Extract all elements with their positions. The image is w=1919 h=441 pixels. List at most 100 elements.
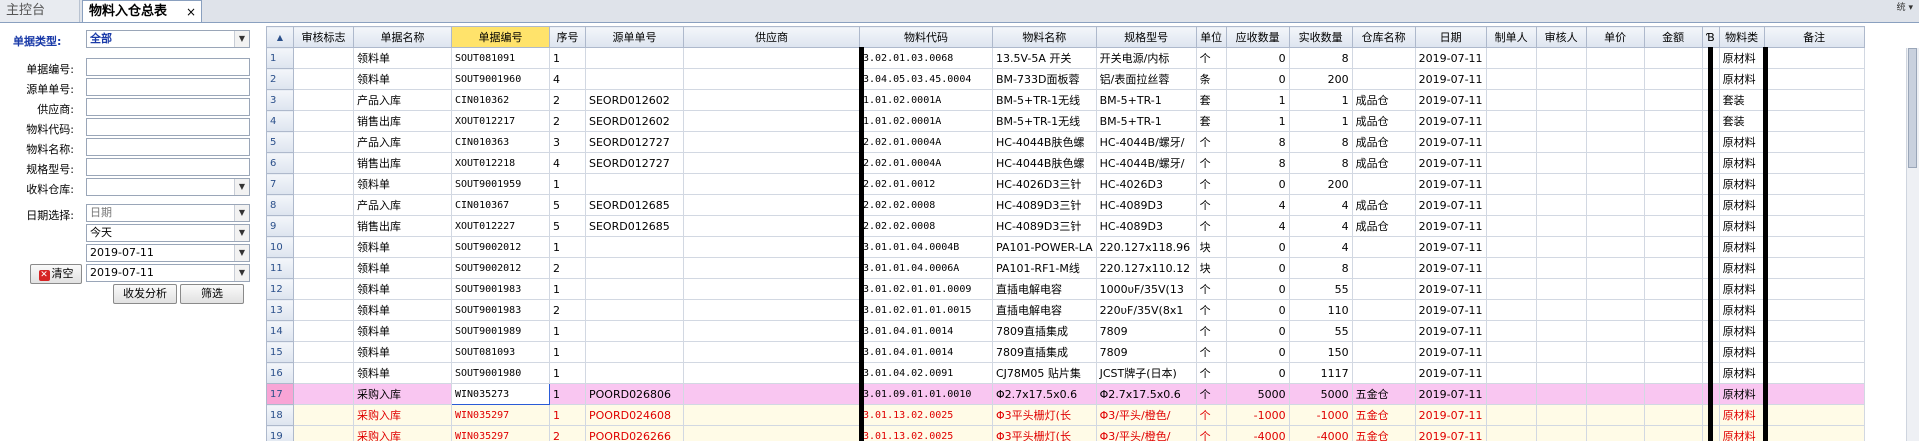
table-cell[interactable] [585,320,684,342]
table-cell[interactable]: 0 [1225,173,1290,195]
tab-console[interactable]: 主控台 [0,0,80,22]
table-cell[interactable] [1485,236,1537,258]
table-cell[interactable]: 领料单 [353,173,452,195]
table-cell[interactable]: 开关电源/内标 [1095,47,1197,69]
table-cell[interactable]: 成品仓 [1351,110,1416,132]
table-cell[interactable]: 2019-07-11 [1414,47,1487,69]
table-cell[interactable] [683,152,860,174]
table-cell[interactable] [1585,236,1645,258]
table-cell[interactable]: HC-4026D3三针 [992,173,1097,195]
table-cell[interactable] [1351,278,1416,300]
table-cell[interactable]: BM-5+TR-1 [1095,89,1197,111]
table-cell[interactable] [1585,425,1645,441]
table-cell[interactable]: 原材料 [1718,257,1765,279]
table-cell[interactable] [1643,383,1703,405]
table-cell[interactable]: XOUT012218 [451,152,550,174]
table-cell[interactable] [1485,341,1537,363]
table-cell[interactable] [1763,278,1865,300]
table-row[interactable]: 12 领料单 SOUT9001983 1 3.01.02.01.01.0009 直插电解电… [266,278,1865,300]
table-cell[interactable] [1485,362,1537,384]
table-cell[interactable] [585,47,684,69]
table-cell[interactable] [1585,257,1645,279]
column-header[interactable]: 仓库名称 [1351,26,1416,48]
table-cell[interactable]: 1 [549,383,586,405]
chevron-down-icon[interactable]: ▼ [234,265,249,281]
table-cell[interactable]: 2019-07-11 [1414,257,1487,279]
table-cell[interactable]: 2 [549,425,586,441]
row-number[interactable]: 10 [266,236,294,258]
table-row[interactable]: 6 销售出库 XOUT012218 4 SEORD012727 2.02.01.0004A… [266,152,1865,174]
table-cell[interactable] [1585,320,1645,342]
table-cell[interactable] [293,425,354,441]
corner-menu[interactable]: 统 ▾ [1897,0,1913,13]
table-cell[interactable] [1763,341,1865,363]
table-cell[interactable]: 200 [1288,173,1353,195]
table-cell[interactable]: 1 [1225,89,1290,111]
table-cell[interactable]: 220.127x118.96 [1095,236,1197,258]
table-cell[interactable]: 原材料 [1718,383,1765,405]
table-cell[interactable]: 成品仓 [1351,194,1416,216]
table-cell[interactable]: 个 [1195,320,1227,342]
table-cell[interactable]: 成品仓 [1351,152,1416,174]
column-header[interactable]: 单价 [1585,26,1645,48]
table-cell[interactable]: 1 [1288,110,1353,132]
table-cell[interactable] [293,299,354,321]
table-row[interactable]: 2 领料单 SOUT9001960 4 3.04.05.03.45.0004 BM-733… [266,68,1865,90]
table-cell[interactable] [1763,173,1865,195]
column-header[interactable]: 应收数量 [1225,26,1290,48]
table-cell[interactable]: 块 [1195,257,1227,279]
table-cell[interactable]: 2019-07-11 [1414,362,1487,384]
table-cell[interactable] [1643,110,1703,132]
filter-button[interactable]: 筛选 [180,284,244,304]
table-cell[interactable]: Φ3/平头/橙色/ [1095,425,1197,441]
table-cell[interactable] [585,278,684,300]
table-cell[interactable] [1763,152,1865,174]
table-cell[interactable] [1763,425,1865,441]
table-cell[interactable] [1485,152,1537,174]
table-cell[interactable]: 4 [1288,194,1353,216]
table-cell[interactable] [1485,89,1537,111]
column-header[interactable]: 日期 [1414,26,1487,48]
table-cell[interactable] [1585,278,1645,300]
table-cell[interactable] [1485,425,1537,441]
table-cell[interactable] [1585,299,1645,321]
table-cell[interactable] [1485,404,1537,426]
table-cell[interactable]: 2 [549,110,586,132]
table-cell[interactable]: 200 [1288,68,1353,90]
table-cell[interactable]: 3.01.04.02.0091 [859,362,993,384]
table-row[interactable]: 18 采购入库 WIN035297 1 POORD024608 3.01.13.02.00… [266,404,1865,426]
table-cell[interactable] [1763,215,1865,237]
chevron-down-icon[interactable]: ▼ [234,179,249,195]
table-cell[interactable]: 套装 [1718,89,1765,111]
table-cell[interactable]: 2.02.01.0004A [859,131,993,153]
table-row[interactable]: 19 采购入库 WIN035297 2 POORD026266 3.01.13.02.00… [266,425,1865,441]
table-cell[interactable]: 五金仓 [1351,404,1416,426]
table-cell[interactable]: 条 [1195,68,1227,90]
table-cell[interactable] [1351,362,1416,384]
table-cell[interactable] [1585,383,1645,405]
doc-no-input[interactable] [86,58,250,76]
table-cell[interactable]: 1 [549,47,586,69]
table-cell[interactable]: 销售出库 [353,110,452,132]
table-cell[interactable]: SOUT081093 [451,341,550,363]
table-cell[interactable]: Φ2.7x17.5x0.6 [992,383,1097,405]
table-cell[interactable]: SEORD012727 [585,152,684,174]
table-cell[interactable]: 8 [1288,47,1353,69]
tab-material-inbound[interactable]: 物料入仓总表 × [82,0,202,22]
table-row[interactable]: 8 产品入库 CIN010367 5 SEORD012685 2.02.02.0008 HC… [266,194,1865,216]
table-cell[interactable] [1643,215,1703,237]
table-cell[interactable]: 领料单 [353,299,452,321]
table-cell[interactable] [683,173,860,195]
table-cell[interactable]: 8 [1288,257,1353,279]
table-cell[interactable]: SEORD012727 [585,131,684,153]
table-cell[interactable]: 领料单 [353,257,452,279]
table-cell[interactable] [1535,257,1587,279]
table-cell[interactable]: 领料单 [353,278,452,300]
table-cell[interactable]: XOUT012227 [451,215,550,237]
table-cell[interactable]: SOUT9001983 [451,299,550,321]
table-cell[interactable]: 1 [1288,89,1353,111]
table-cell[interactable] [293,383,354,405]
date-from-picker[interactable]: 2019-07-11 ▼ [86,244,250,262]
table-cell[interactable]: 原材料 [1718,194,1765,216]
table-cell[interactable]: 0 [1225,341,1290,363]
